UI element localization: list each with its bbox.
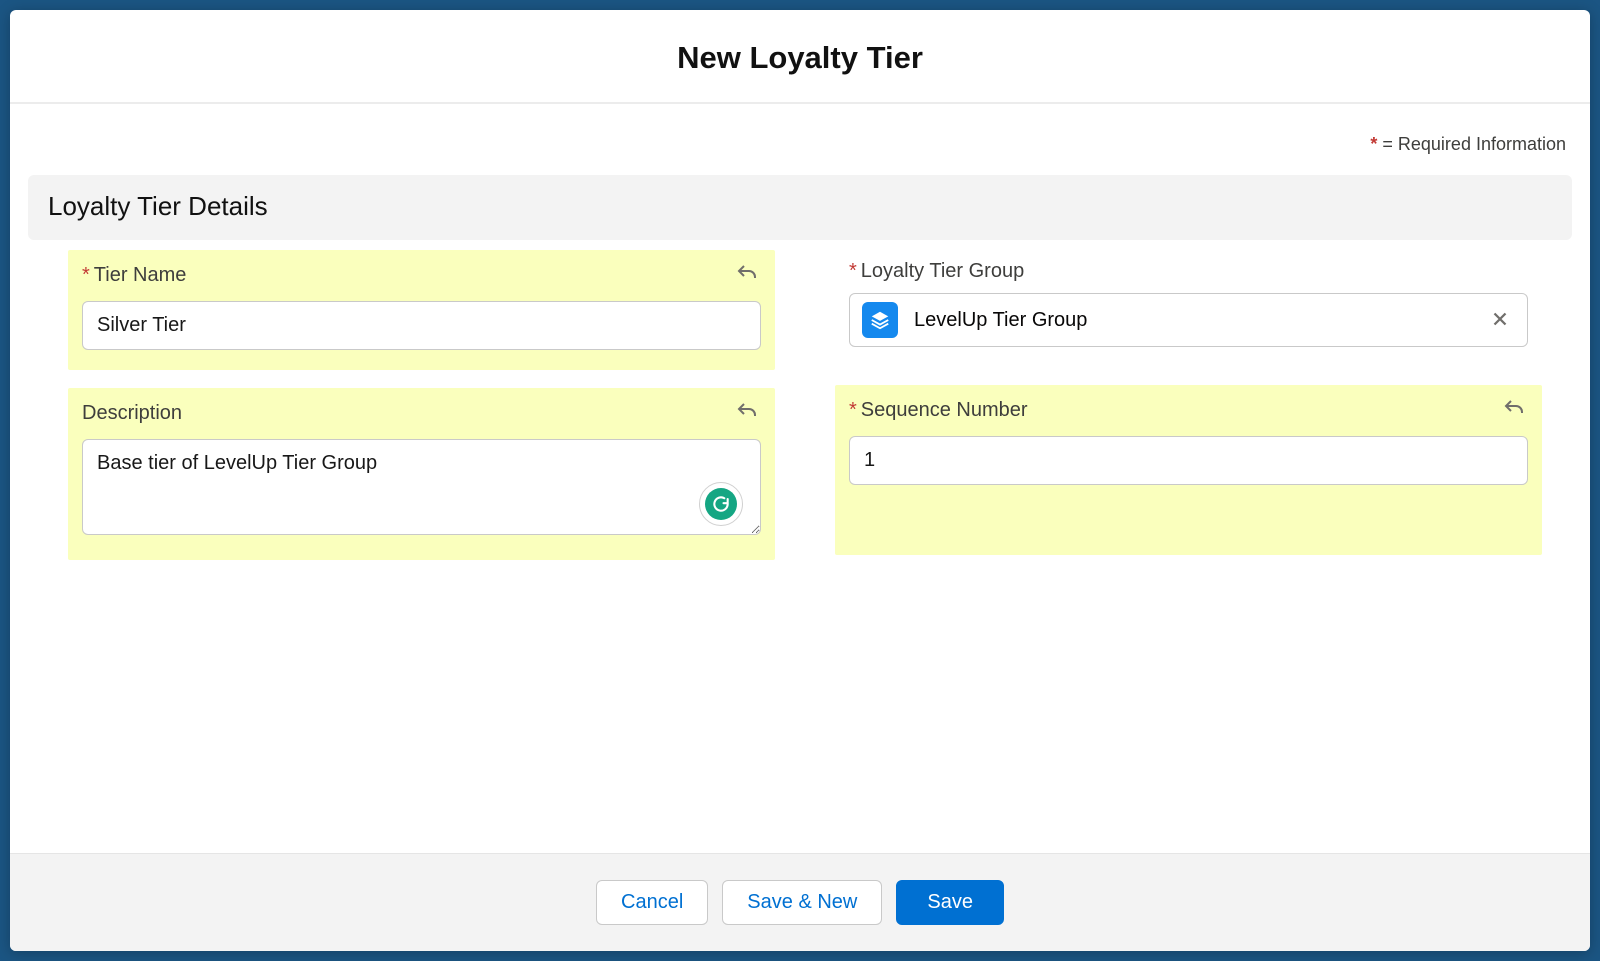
right-column: *Loyalty Tier Group LevelUp Tier Group xyxy=(835,250,1542,555)
form-grid: *Tier Name Description xyxy=(28,240,1572,560)
layers-icon xyxy=(862,302,898,338)
sequence-number-field: *Sequence Number xyxy=(835,385,1542,555)
required-info-note: * = Required Information xyxy=(28,122,1572,175)
sequence-number-label: *Sequence Number xyxy=(849,399,1028,422)
cancel-button[interactable]: Cancel xyxy=(596,880,708,925)
loyalty-tier-group-value: LevelUp Tier Group xyxy=(914,309,1469,332)
description-field: Description xyxy=(68,388,775,560)
modal-body: * = Required Information Loyalty Tier De… xyxy=(10,104,1590,853)
description-textarea[interactable] xyxy=(82,439,761,535)
tier-name-field: *Tier Name xyxy=(68,250,775,370)
sequence-number-input[interactable] xyxy=(849,436,1528,485)
required-star: * xyxy=(82,264,90,286)
modal-footer: Cancel Save & New Save xyxy=(10,853,1590,951)
new-loyalty-tier-modal: New Loyalty Tier * = Required Informatio… xyxy=(10,10,1590,951)
remove-tier-group-button[interactable] xyxy=(1485,304,1515,337)
save-and-new-button[interactable]: Save & New xyxy=(722,880,882,925)
undo-icon xyxy=(1502,397,1526,421)
left-column: *Tier Name Description xyxy=(68,250,775,560)
undo-icon xyxy=(735,262,759,286)
modal-title: New Loyalty Tier xyxy=(30,40,1570,76)
tier-name-input[interactable] xyxy=(82,301,761,350)
description-undo-button[interactable] xyxy=(733,398,761,429)
save-button[interactable]: Save xyxy=(896,880,1004,925)
close-icon xyxy=(1489,308,1511,330)
required-star: * xyxy=(849,399,857,421)
tier-name-undo-button[interactable] xyxy=(733,260,761,291)
grammarly-icon[interactable] xyxy=(699,482,743,526)
loyalty-tier-group-label: *Loyalty Tier Group xyxy=(849,260,1024,283)
loyalty-tier-group-field: *Loyalty Tier Group LevelUp Tier Group xyxy=(835,250,1542,367)
description-label: Description xyxy=(82,402,182,425)
modal-header: New Loyalty Tier xyxy=(10,10,1590,104)
sequence-number-undo-button[interactable] xyxy=(1500,395,1528,426)
required-text: = Required Information xyxy=(1377,134,1566,154)
loyalty-tier-group-lookup[interactable]: LevelUp Tier Group xyxy=(849,293,1528,347)
undo-icon xyxy=(735,400,759,424)
section-header: Loyalty Tier Details xyxy=(28,175,1572,240)
required-star: * xyxy=(849,260,857,282)
tier-name-label: *Tier Name xyxy=(82,264,186,287)
